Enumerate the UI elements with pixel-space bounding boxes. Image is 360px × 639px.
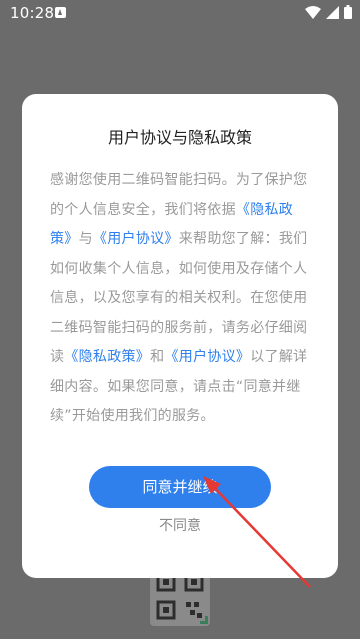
signal-icon xyxy=(326,5,339,19)
body-text-3: 来帮助您了解：我们如何收集个人信息，如何使用及存储个人信息，以及您享有的相关权利… xyxy=(50,231,308,365)
agree-continue-button[interactable]: 同意并继续 xyxy=(89,466,271,508)
user-agreement-link[interactable]: 《用户协议》 xyxy=(93,231,179,247)
privacy-policy-link-2[interactable]: 《隐私政策》 xyxy=(64,349,150,365)
dialog-body: 感谢您使用二维码智能扫码。为了保护您的个人信息安全，我们将依据《隐私政策》与《用… xyxy=(50,166,312,432)
status-bar: 10:28 xyxy=(0,0,360,26)
dialog-title: 用户协议与隐私政策 xyxy=(107,128,252,147)
body-text-4: 和 xyxy=(150,349,165,365)
user-agreement-link-2[interactable]: 《用户协议》 xyxy=(164,349,250,365)
disagree-button[interactable]: 不同意 xyxy=(22,514,338,538)
body-text-2: 与 xyxy=(78,231,93,247)
status-icons xyxy=(305,5,352,19)
status-time: 10:28 xyxy=(10,4,55,22)
wifi-icon xyxy=(305,5,321,19)
notification-icon xyxy=(55,7,66,18)
privacy-dialog: 用户协议与隐私政策 感谢您使用二维码智能扫码。为了保护您的个人信息安全，我们将依… xyxy=(22,94,338,578)
battery-icon xyxy=(344,5,352,19)
